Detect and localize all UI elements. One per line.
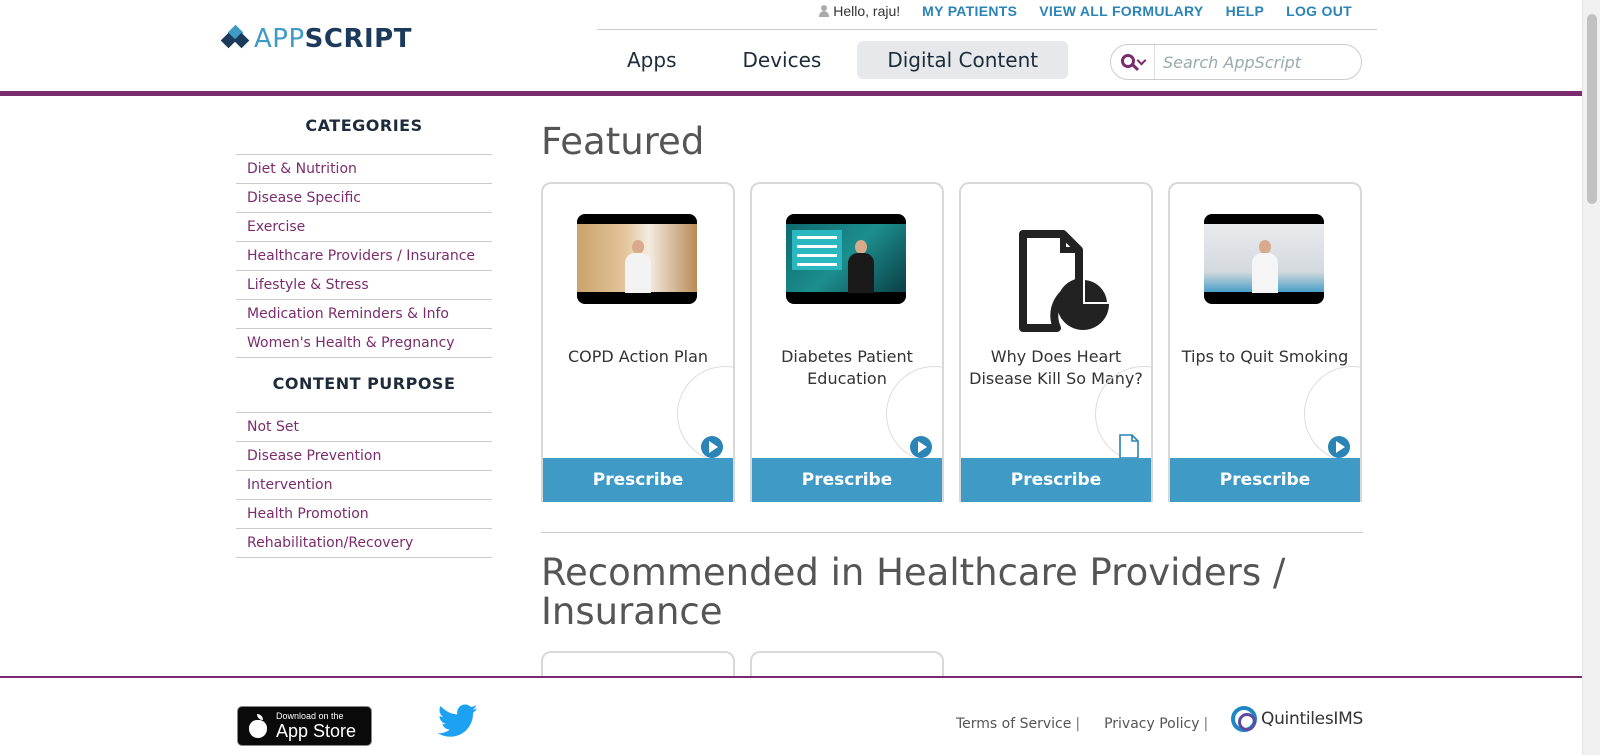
- featured-cards: COPD Action Plan Prescribe Diabetes Pati…: [541, 182, 1363, 502]
- document-icon: [1119, 434, 1139, 459]
- logo-text-app: APP: [254, 24, 305, 54]
- video-thumbnail[interactable]: [1204, 214, 1324, 304]
- appscript-logo[interactable]: APPSCRIPT: [220, 24, 412, 54]
- footer-separator: |: [1075, 716, 1081, 732]
- search-icon: [1120, 53, 1135, 68]
- terms-of-service-link[interactable]: Terms of Service: [956, 716, 1071, 732]
- content-card[interactable]: COPD Action Plan Prescribe: [541, 182, 735, 502]
- card-title[interactable]: COPD Action Plan: [549, 346, 727, 368]
- prescribe-button[interactable]: Prescribe: [752, 458, 942, 502]
- appstore-big-text: App Store: [276, 721, 357, 741]
- apple-icon: [248, 714, 268, 738]
- top-utility-bar: Hello, raju! MY PATIENTS VIEW ALL FORMUL…: [819, 2, 1352, 20]
- log-out-link[interactable]: LOG OUT: [1286, 3, 1352, 19]
- purpose-disease-prevention[interactable]: Disease Prevention: [236, 442, 492, 471]
- twitter-icon[interactable]: [438, 704, 478, 738]
- purpose-intervention[interactable]: Intervention: [236, 471, 492, 500]
- sidebar: CATEGORIES Diet & Nutrition Disease Spec…: [236, 114, 492, 564]
- logo-text-script: SCRIPT: [304, 24, 412, 54]
- search-input[interactable]: [1155, 45, 1361, 79]
- search-box: [1110, 44, 1362, 80]
- view-all-formulary-link[interactable]: VIEW ALL FORMULARY: [1039, 3, 1203, 19]
- content-purpose-heading: CONTENT PURPOSE: [272, 374, 456, 393]
- section-divider: [541, 532, 1363, 533]
- category-diet-nutrition[interactable]: Diet & Nutrition: [236, 155, 492, 184]
- play-icon: [910, 436, 932, 458]
- scrollbar-thumb[interactable]: [1587, 14, 1597, 204]
- thumbnail-image: [786, 224, 906, 293]
- prescribe-button[interactable]: Prescribe: [961, 458, 1151, 502]
- nav-apps[interactable]: Apps: [597, 41, 707, 79]
- play-icon: [701, 436, 723, 458]
- category-exercise[interactable]: Exercise: [236, 213, 492, 242]
- category-womens-health[interactable]: Women's Health & Pregnancy: [236, 329, 492, 358]
- footer-links: Terms of Service | Privacy Policy |: [956, 716, 1208, 732]
- card-title[interactable]: Tips to Quit Smoking: [1176, 346, 1354, 368]
- content-purpose-list: Not Set Disease Prevention Intervention …: [236, 412, 492, 558]
- purpose-rehabilitation-recovery[interactable]: Rehabilitation/Recovery: [236, 529, 492, 558]
- content-card[interactable]: Diabetes Patient Education Prescribe: [750, 182, 944, 502]
- brand-text: QuintilesIMS: [1261, 709, 1363, 729]
- content-card[interactable]: Tips to Quit Smoking Prescribe: [1168, 182, 1362, 502]
- site-header: APPSCRIPT Hello, raju! MY PATIENTS VIEW …: [0, 0, 1582, 96]
- video-thumbnail[interactable]: [577, 214, 697, 304]
- appstore-small-text: Download on the: [276, 711, 344, 721]
- categories-heading: CATEGORIES: [305, 116, 423, 135]
- nav-devices[interactable]: Devices: [713, 41, 852, 79]
- purpose-health-promotion[interactable]: Health Promotion: [236, 500, 492, 529]
- content-card[interactable]: Why Does Heart Disease Kill So Many? Pre…: [959, 182, 1153, 502]
- privacy-policy-link[interactable]: Privacy Policy: [1104, 716, 1199, 732]
- prescribe-button[interactable]: Prescribe: [1170, 458, 1360, 502]
- play-icon: [1328, 436, 1350, 458]
- search-scope-button[interactable]: [1111, 45, 1155, 79]
- chevron-down-icon: [1136, 55, 1146, 65]
- recommended-title: Recommended in Healthcare Providers / In…: [541, 551, 1286, 633]
- user-greeting: Hello, raju!: [819, 3, 900, 19]
- featured-title: Featured: [541, 120, 705, 163]
- site-footer: Download on the App Store Terms of Servi…: [0, 676, 1582, 755]
- help-link[interactable]: HELP: [1226, 3, 1265, 19]
- quintiles-mark-icon: [1231, 706, 1257, 732]
- logo-mark-icon: [220, 24, 250, 51]
- my-patients-link[interactable]: MY PATIENTS: [922, 3, 1017, 19]
- logo-text: APPSCRIPT: [254, 24, 412, 54]
- prescribe-button[interactable]: Prescribe: [543, 458, 733, 502]
- category-lifestyle-stress[interactable]: Lifestyle & Stress: [236, 271, 492, 300]
- header-divider: [597, 29, 1377, 30]
- footer-separator: |: [1203, 716, 1209, 732]
- categories-list: Diet & Nutrition Disease Specific Exerci…: [236, 154, 492, 358]
- page: APPSCRIPT Hello, raju! MY PATIENTS VIEW …: [0, 0, 1600, 755]
- category-medication-reminders[interactable]: Medication Reminders & Info: [236, 300, 492, 329]
- greeting-text: Hello, raju!: [833, 3, 901, 19]
- video-thumbnail[interactable]: [786, 214, 906, 304]
- main-nav: Apps Devices Digital Content: [597, 41, 1069, 79]
- thumbnail-image: [577, 224, 697, 293]
- app-store-badge[interactable]: Download on the App Store: [237, 706, 372, 746]
- document-pie-icon: [1019, 230, 1109, 332]
- user-icon: [819, 5, 830, 17]
- nav-digital-content[interactable]: Digital Content: [857, 41, 1069, 79]
- main-content: Featured COPD Action Plan Prescribe Diab…: [541, 118, 1363, 681]
- quintilesims-logo[interactable]: QuintilesIMS: [1231, 706, 1363, 732]
- purpose-not-set[interactable]: Not Set: [236, 413, 492, 442]
- category-healthcare-providers-insurance[interactable]: Healthcare Providers / Insurance: [236, 242, 492, 271]
- thumbnail-image: [1204, 224, 1324, 293]
- page-scrollbar[interactable]: [1582, 0, 1600, 755]
- category-disease-specific[interactable]: Disease Specific: [236, 184, 492, 213]
